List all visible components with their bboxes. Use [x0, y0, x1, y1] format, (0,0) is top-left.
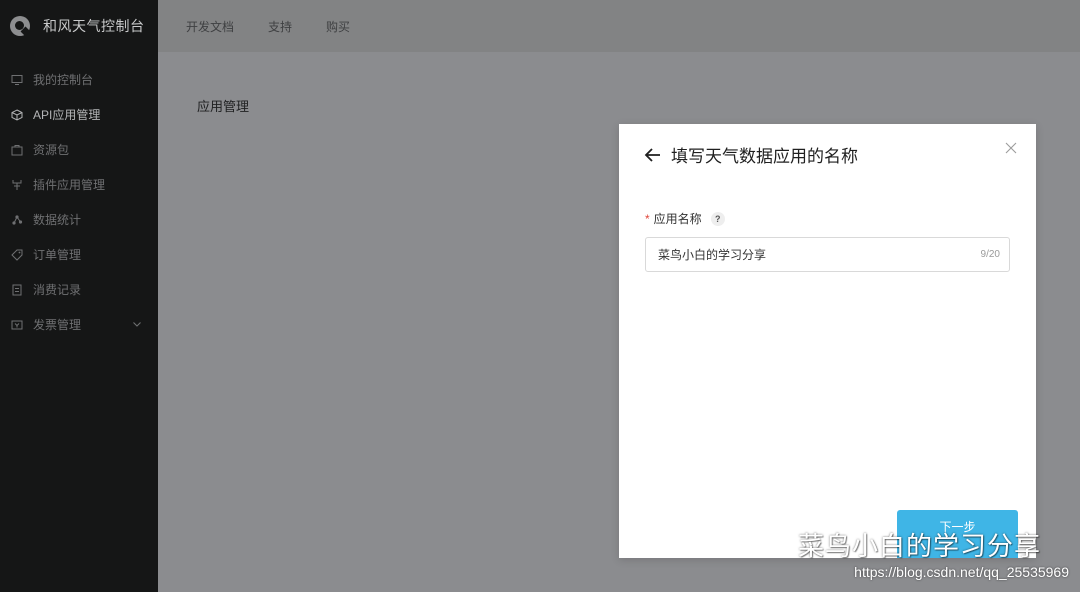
wechat-icon: [753, 532, 786, 556]
sidebar-item-label: 我的控制台: [33, 73, 94, 87]
app-name-value[interactable]: 菜鸟小白的学习分享: [658, 246, 981, 263]
brand[interactable]: 和风天气控制台: [0, 0, 158, 52]
sidebar-item-label: 消费记录: [33, 283, 82, 297]
back-arrow-icon[interactable]: [643, 145, 663, 165]
page-title: 应用管理: [197, 99, 250, 114]
brand-title: 和风天气控制台: [43, 18, 145, 34]
sidebar-item-statistics[interactable]: 数据统计: [0, 202, 158, 237]
sidebar-item-label: 插件应用管理: [33, 178, 106, 192]
topnav-docs-link[interactable]: 开发文档: [186, 18, 234, 35]
modal-title: 填写天气数据应用的名称: [671, 147, 858, 166]
receipt-icon: [11, 284, 23, 296]
sidebar-item-label: 订单管理: [33, 248, 82, 262]
sidebar-item-consumption[interactable]: 消费记录: [0, 272, 158, 307]
cube-icon: [11, 108, 23, 121]
watermark-url: https://blog.csdn.net/qq_25535969: [854, 564, 1069, 580]
required-mark: *: [645, 211, 650, 226]
sidebar-item-resource-packs[interactable]: 资源包: [0, 132, 158, 167]
topnav-buy-link[interactable]: 购买: [326, 18, 350, 35]
stats-icon: [11, 214, 23, 226]
sidebar-item-invoices[interactable]: 发票管理: [0, 307, 158, 342]
sidebar-item-label: 发票管理: [33, 318, 82, 332]
chevron-down-icon: [133, 322, 141, 327]
topnav-support-link[interactable]: 支持: [268, 18, 292, 35]
monitor-icon: [11, 74, 23, 86]
close-icon[interactable]: [1005, 142, 1017, 154]
modal-header: 填写天气数据应用的名称: [643, 142, 858, 167]
top-nav: 开发文档 支持 购买: [158, 0, 1080, 52]
char-counter: 9/20: [980, 249, 1000, 260]
plugin-icon: [11, 179, 23, 191]
create-app-modal: 填写天气数据应用的名称 * 应用名称 ? 菜鸟小白的学习分享 9/20 下一步: [619, 124, 1036, 558]
tag-icon: [11, 249, 23, 261]
sidebar-item-label: 资源包: [33, 143, 70, 157]
sidebar-item-console[interactable]: 我的控制台: [0, 62, 158, 97]
sidebar-item-orders[interactable]: 订单管理: [0, 237, 158, 272]
sidebar-item-label: API应用管理: [33, 108, 101, 122]
watermark: 菜鸟小白的学习分享: [752, 526, 1041, 563]
sidebar: 和风天气控制台 我的控制台 API应用管理 资源包 插件应用管理 数据统计 订单…: [0, 0, 158, 592]
package-icon: [11, 144, 23, 156]
help-icon[interactable]: ?: [710, 211, 725, 226]
field-label-text: 应用名称: [653, 212, 702, 226]
sidebar-nav: 我的控制台 API应用管理 资源包 插件应用管理 数据统计 订单管理 消费记录 …: [0, 62, 158, 342]
app-name-input[interactable]: 菜鸟小白的学习分享 9/20: [645, 237, 1010, 272]
app-name-label: * 应用名称 ?: [645, 210, 725, 227]
sidebar-item-plugins[interactable]: 插件应用管理: [0, 167, 158, 202]
sidebar-item-label: 数据统计: [33, 213, 82, 227]
logo-icon: [10, 16, 30, 36]
sidebar-item-api-apps[interactable]: API应用管理: [0, 97, 158, 132]
watermark-text: 菜鸟小白的学习分享: [798, 531, 1042, 561]
invoice-icon: [11, 319, 23, 331]
